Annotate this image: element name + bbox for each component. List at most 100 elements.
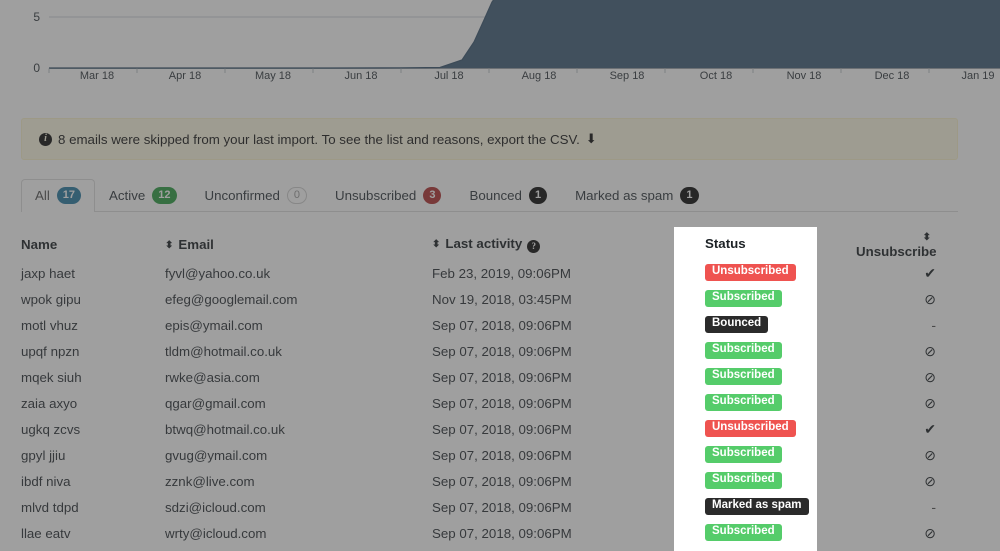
cell-name: ibdf niva [21, 473, 71, 489]
subscriber-growth-chart: 5 0 Mar 18 Apr 18 May 18 Jun 18 Jul 18 A… [0, 0, 1000, 90]
cell-email: gvug@ymail.com [165, 447, 268, 463]
sort-icon: ⬍ [432, 239, 441, 251]
import-skipped-alert: i 8 emails were skipped from your last i… [21, 118, 958, 160]
chart-svg: 5 0 Mar 18 Apr 18 May 18 Jun 18 Jul 18 A… [33, 0, 1000, 82]
tab-all[interactable]: All 17 [21, 179, 96, 212]
col-header-unsubscribe-label: Unsubscribe [856, 244, 937, 259]
table-body: jaxp haet fyvl@yahoo.co.uk Feb 23, 2019, 0… [21, 260, 958, 546]
blocked-icon: ⊘ [924, 524, 936, 541]
cell-unsubscribe: ✔ [856, 421, 958, 438]
tab-bounced[interactable]: Bounced 1 [455, 179, 561, 212]
panel-status-header-label: Status [705, 235, 746, 251]
cell-unsubscribe: ⊘ [856, 343, 958, 360]
table-row[interactable]: wpok gipu efeg@googlemail.com Nov 19, 2018… [21, 286, 958, 312]
panel-status-row: Subscribed [674, 285, 817, 311]
blocked-icon: ⊘ [924, 446, 936, 463]
col-header-email[interactable]: ⬍ Email [165, 237, 432, 252]
panel-status-row: Subscribed [674, 467, 817, 493]
cell-email: sdzi@icloud.com [165, 499, 266, 515]
sort-icon: ⬍ [165, 239, 174, 251]
cell-last-activity: Sep 07, 2018, 09:06PM [432, 343, 572, 359]
status-badge: Subscribed [705, 523, 782, 541]
cell-last-activity: Nov 19, 2018, 03:45PM [432, 291, 572, 307]
col-header-unsubscribe[interactable]: ⬍Unsubscribe [856, 229, 958, 259]
cell-last-activity: Sep 07, 2018, 09:06PM [432, 473, 572, 489]
table-row[interactable]: zaia axyo qgar@gmail.com Sep 07, 2018, 09:… [21, 390, 958, 416]
tab-marked-as-spam[interactable]: Marked as spam 1 [561, 179, 712, 212]
help-icon[interactable]: ? [527, 239, 541, 253]
status-badge: Unsubscribed [705, 419, 796, 437]
cell-unsubscribe: ⊘ [856, 447, 958, 464]
status-badge: Subscribed [705, 341, 782, 359]
tab-unconfirmed-label: Unconfirmed [204, 188, 280, 203]
cell-unsubscribe: ⊘ [856, 369, 958, 386]
panel-status-row: Subscribed [674, 519, 817, 545]
cell-email: wrty@icloud.com [165, 525, 267, 541]
col-header-email-label: Email [178, 236, 214, 252]
alert-text: 8 emails were skipped from your last imp… [58, 131, 580, 147]
panel-status-rows: Unsubscribed Subscribed Bounced Subscribed S… [674, 259, 817, 545]
cell-last-activity: Sep 07, 2018, 09:06PM [432, 447, 572, 463]
x-tick-aug18: Aug 18 [522, 70, 557, 82]
tab-marked-as-spam-count: 1 [680, 187, 699, 204]
panel-status-row: Marked as spam [674, 493, 817, 519]
check-icon: ✔ [924, 264, 936, 281]
table-row[interactable]: motl vhuz epis@ymail.com Sep 07, 2018, 09:… [21, 312, 958, 338]
check-icon: ✔ [924, 420, 936, 437]
tab-all-count: 17 [56, 187, 82, 204]
cell-last-activity: Sep 07, 2018, 09:06PM [432, 421, 572, 437]
table-row[interactable]: mqek siuh rwke@asia.com Sep 07, 2018, 09:0… [21, 364, 958, 390]
cell-name: llae eatv [21, 525, 71, 541]
tab-unconfirmed[interactable]: Unconfirmed 0 [191, 179, 322, 212]
cell-unsubscribe: ⊘ [856, 395, 958, 412]
x-tick-jan19: Jan 19 [961, 70, 994, 82]
info-icon: i [39, 132, 52, 146]
tab-active[interactable]: Active 12 [95, 179, 190, 212]
table-row[interactable]: gpyl jjiu gvug@ymail.com Sep 07, 2018, 09:… [21, 442, 958, 468]
table-row[interactable]: ibdf niva zznk@live.com Sep 07, 2018, 09:0… [21, 468, 958, 494]
tab-bounced-count: 1 [528, 187, 548, 204]
cell-unsubscribe: ⊘ [856, 473, 958, 490]
table-row[interactable]: llae eatv wrty@icloud.com Sep 07, 2018, 09… [21, 520, 958, 546]
blocked-icon: ⊘ [924, 394, 936, 411]
x-tick-dec18: Dec 18 [875, 70, 910, 82]
status-badge: Subscribed [705, 393, 782, 411]
col-header-last-activity[interactable]: ⬍ Last activity? [432, 236, 684, 253]
table-row[interactable]: jaxp haet fyvl@yahoo.co.uk Feb 23, 2019, 0… [21, 260, 958, 286]
status-badge: Marked as spam [705, 497, 809, 515]
panel-status-header: Status [674, 227, 817, 259]
panel-status-row: Subscribed [674, 441, 817, 467]
x-tick-may18: May 18 [255, 70, 291, 82]
blocked-icon: ⊘ [924, 368, 936, 385]
cell-name: zaia axyo [21, 395, 78, 411]
cell-last-activity: Sep 07, 2018, 09:06PM [432, 499, 572, 515]
cell-email: efeg@googlemail.com [165, 291, 298, 307]
table-row[interactable]: upqf npzn tldm@hotmail.co.uk Sep 07, 2018,… [21, 338, 958, 364]
panel-status-row: Subscribed [674, 337, 817, 363]
table-row[interactable]: ugkq zcvs btwq@hotmail.co.uk Sep 07, 2018,… [21, 416, 958, 442]
cell-unsubscribe: - [856, 317, 958, 333]
col-header-name[interactable]: Name [21, 237, 165, 252]
table-row[interactable]: mlvd tdpd sdzi@icloud.com Sep 07, 2018, 09… [21, 494, 958, 520]
blocked-icon: ⊘ [924, 342, 936, 359]
cell-last-activity: Feb 23, 2019, 09:06PM [432, 265, 571, 281]
status-column-highlight-panel: Status Unsubscribed Subscribed Bounced Subs… [674, 227, 817, 551]
cell-last-activity: Sep 07, 2018, 09:06PM [432, 395, 572, 411]
cell-unsubscribe: ⊘ [856, 525, 958, 542]
cell-last-activity: Sep 07, 2018, 09:06PM [432, 369, 572, 385]
cell-email: fyvl@yahoo.co.uk [165, 265, 271, 281]
cell-email: zznk@live.com [165, 473, 255, 489]
tab-unsubscribed[interactable]: Unsubscribed 3 [321, 179, 455, 212]
x-tick-mar18: Mar 18 [80, 70, 114, 82]
dash-icon: - [931, 317, 936, 333]
download-csv-icon[interactable]: ⬇ [586, 131, 597, 147]
cell-email: qgar@gmail.com [165, 395, 266, 411]
subscribers-table: Name ⬍Email ⬍Last activity? Status ⬍Unsu… [21, 228, 958, 546]
blocked-icon: ⊘ [924, 472, 936, 489]
x-tick-sep18: Sep 18 [610, 70, 645, 82]
blocked-icon: ⊘ [924, 290, 936, 307]
tab-unconfirmed-count: 0 [286, 187, 308, 204]
cell-last-activity: Sep 07, 2018, 09:06PM [432, 317, 572, 333]
panel-status-row: Subscribed [674, 389, 817, 415]
table-header-row: Name ⬍Email ⬍Last activity? Status ⬍Unsu… [21, 228, 958, 260]
